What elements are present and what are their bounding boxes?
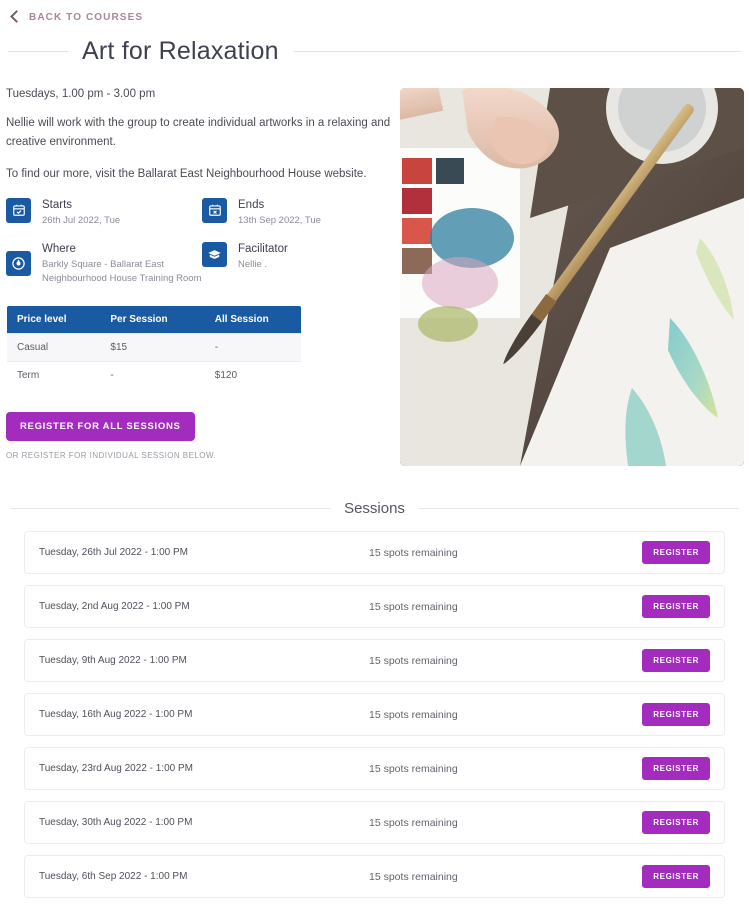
session-spots: 15 spots remaining (369, 708, 458, 721)
session-register-button[interactable]: REGISTER (642, 649, 710, 672)
price-table: Price level Per Session All Session Casu… (6, 305, 302, 391)
course-details-column: Tuesdays, 1.00 pm - 3.00 pm Nellie will … (0, 88, 400, 466)
sessions-list: Tuesday, 26th Jul 2022 - 1:00 PM 15 spot… (0, 517, 749, 898)
sessions-rule-left (10, 508, 331, 509)
info-text-facilitator: Facilitator Nellie . (238, 242, 288, 285)
session-spots: 15 spots remaining (369, 600, 458, 613)
info-value-starts: 26th Jul 2022, Tue (42, 215, 121, 227)
cta-note: OR REGISTER FOR INDIVIDUAL SESSION BELOW… (6, 451, 217, 461)
price-all-session-term: $120 (200, 361, 301, 390)
price-per-session-casual: $15 (96, 333, 201, 362)
info-value-where: Barkly Square - Ballarat East Neighbourh… (42, 259, 202, 284)
price-table-body: Casual $15 - Term - $120 (7, 333, 301, 390)
list-item: Tuesday, 6th Sep 2022 - 1:00 PM 15 spots… (24, 855, 725, 898)
sessions-heading: Sessions (344, 500, 405, 517)
description-paragraph-1: Nellie will work with the group to creat… (6, 117, 391, 148)
session-register-button[interactable]: REGISTER (642, 703, 710, 726)
session-spots: 15 spots remaining (369, 546, 458, 559)
main-content: Tuesdays, 1.00 pm - 3.00 pm Nellie will … (0, 66, 749, 466)
info-text-ends: Ends 13th Sep 2022, Tue (238, 198, 321, 228)
price-col-price-level: Price level (7, 306, 97, 334)
title-rule-left (8, 51, 68, 52)
list-item: Tuesday, 26th Jul 2022 - 1:00 PM 15 spot… (24, 531, 725, 574)
info-label-starts: Starts (42, 198, 73, 211)
list-item: Tuesday, 30th Aug 2022 - 1:00 PM 15 spot… (24, 801, 725, 844)
session-date: Tuesday, 30th Aug 2022 - 1:00 PM (39, 817, 193, 828)
info-value-ends: 13th Sep 2022, Tue (238, 215, 321, 227)
sessions-heading-row: Sessions (0, 500, 749, 517)
calendar-check-icon (6, 197, 31, 223)
list-item: Tuesday, 2nd Aug 2022 - 1:00 PM 15 spots… (24, 585, 725, 628)
session-date: Tuesday, 6th Sep 2022 - 1:00 PM (39, 871, 188, 882)
session-register-button[interactable]: REGISTER (642, 757, 710, 780)
course-hero-image (400, 88, 744, 466)
info-value-facilitator: Nellie . (238, 259, 268, 271)
back-to-courses-label: BACK TO COURSES (29, 12, 144, 23)
price-table-header-row: Price level Per Session All Session (7, 306, 301, 334)
info-item-starts: Starts 26th Jul 2022, Tue (6, 197, 202, 228)
price-level-term: Term (7, 361, 97, 390)
session-date: Tuesday, 26th Jul 2022 - 1:00 PM (39, 547, 188, 558)
session-register-button[interactable]: REGISTER (642, 541, 710, 564)
info-item-where: Where Barkly Square - Ballarat East Neig… (6, 242, 202, 285)
session-register-button[interactable]: REGISTER (642, 595, 710, 618)
hero-illustration (400, 88, 744, 466)
price-col-all-session: All Session (200, 306, 301, 334)
info-text-starts: Starts 26th Jul 2022, Tue (42, 198, 120, 228)
list-item: Tuesday, 16th Aug 2022 - 1:00 PM 15 spot… (24, 693, 725, 736)
price-col-per-session: Per Session (96, 306, 201, 334)
chevron-left-icon (10, 10, 23, 23)
session-spots: 15 spots remaining (369, 816, 458, 829)
list-item: Tuesday, 9th Aug 2022 - 1:00 PM 15 spots… (24, 639, 725, 682)
session-date: Tuesday, 9th Aug 2022 - 1:00 PM (39, 655, 187, 666)
table-row: Term - $120 (7, 361, 301, 390)
info-item-ends: Ends 13th Sep 2022, Tue (202, 197, 400, 228)
page-title-row: Art for Relaxation (0, 37, 749, 66)
price-all-session-casual: - (200, 333, 301, 362)
cta-block: REGISTER FOR ALL SESSIONS OR REGISTER FO… (6, 390, 400, 460)
session-date: Tuesday, 2nd Aug 2022 - 1:00 PM (39, 601, 190, 612)
page-title: Art for Relaxation (82, 37, 279, 65)
sessions-rule-right (418, 508, 739, 509)
info-item-facilitator: Facilitator Nellie . (202, 241, 400, 285)
course-detail-page: BACK TO COURSES Art for Relaxation Tuesd… (0, 0, 749, 917)
price-table-head: Price level Per Session All Session (7, 306, 301, 334)
table-row: Casual $15 - (7, 333, 301, 362)
info-label-ends: Ends (238, 198, 265, 211)
description-paragraph-2: To find our more, visit the Ballarat Eas… (6, 168, 367, 181)
session-spots: 15 spots remaining (369, 654, 458, 667)
title-rule-right (292, 51, 741, 52)
hero-column (400, 88, 749, 466)
schedule-text: Tuesdays, 1.00 pm - 3.00 pm (6, 88, 156, 100)
session-date: Tuesday, 16th Aug 2022 - 1:00 PM (39, 709, 193, 720)
course-info-grid: Starts 26th Jul 2022, Tue Ends 13th Sep … (6, 197, 400, 285)
list-item: Tuesday, 23rd Aug 2022 - 1:00 PM 15 spot… (24, 747, 725, 790)
info-label-where: Where (42, 242, 76, 255)
session-spots: 15 spots remaining (369, 870, 458, 883)
calendar-x-icon (202, 197, 227, 223)
session-spots: 15 spots remaining (369, 762, 458, 775)
session-date: Tuesday, 23rd Aug 2022 - 1:00 PM (39, 763, 193, 774)
location-pin-icon (6, 250, 31, 276)
price-per-session-term: - (96, 361, 201, 390)
session-register-button[interactable]: REGISTER (642, 865, 710, 888)
graduation-cap-icon (202, 241, 227, 267)
info-text-where: Where Barkly Square - Ballarat East Neig… (42, 242, 202, 285)
back-bar: BACK TO COURSES (0, 0, 749, 27)
register-all-sessions-button[interactable]: REGISTER FOR ALL SESSIONS (6, 412, 195, 442)
info-label-facilitator: Facilitator (238, 242, 288, 255)
price-level-casual: Casual (7, 333, 97, 362)
session-register-button[interactable]: REGISTER (642, 811, 710, 834)
back-to-courses-link[interactable]: BACK TO COURSES (10, 10, 144, 23)
